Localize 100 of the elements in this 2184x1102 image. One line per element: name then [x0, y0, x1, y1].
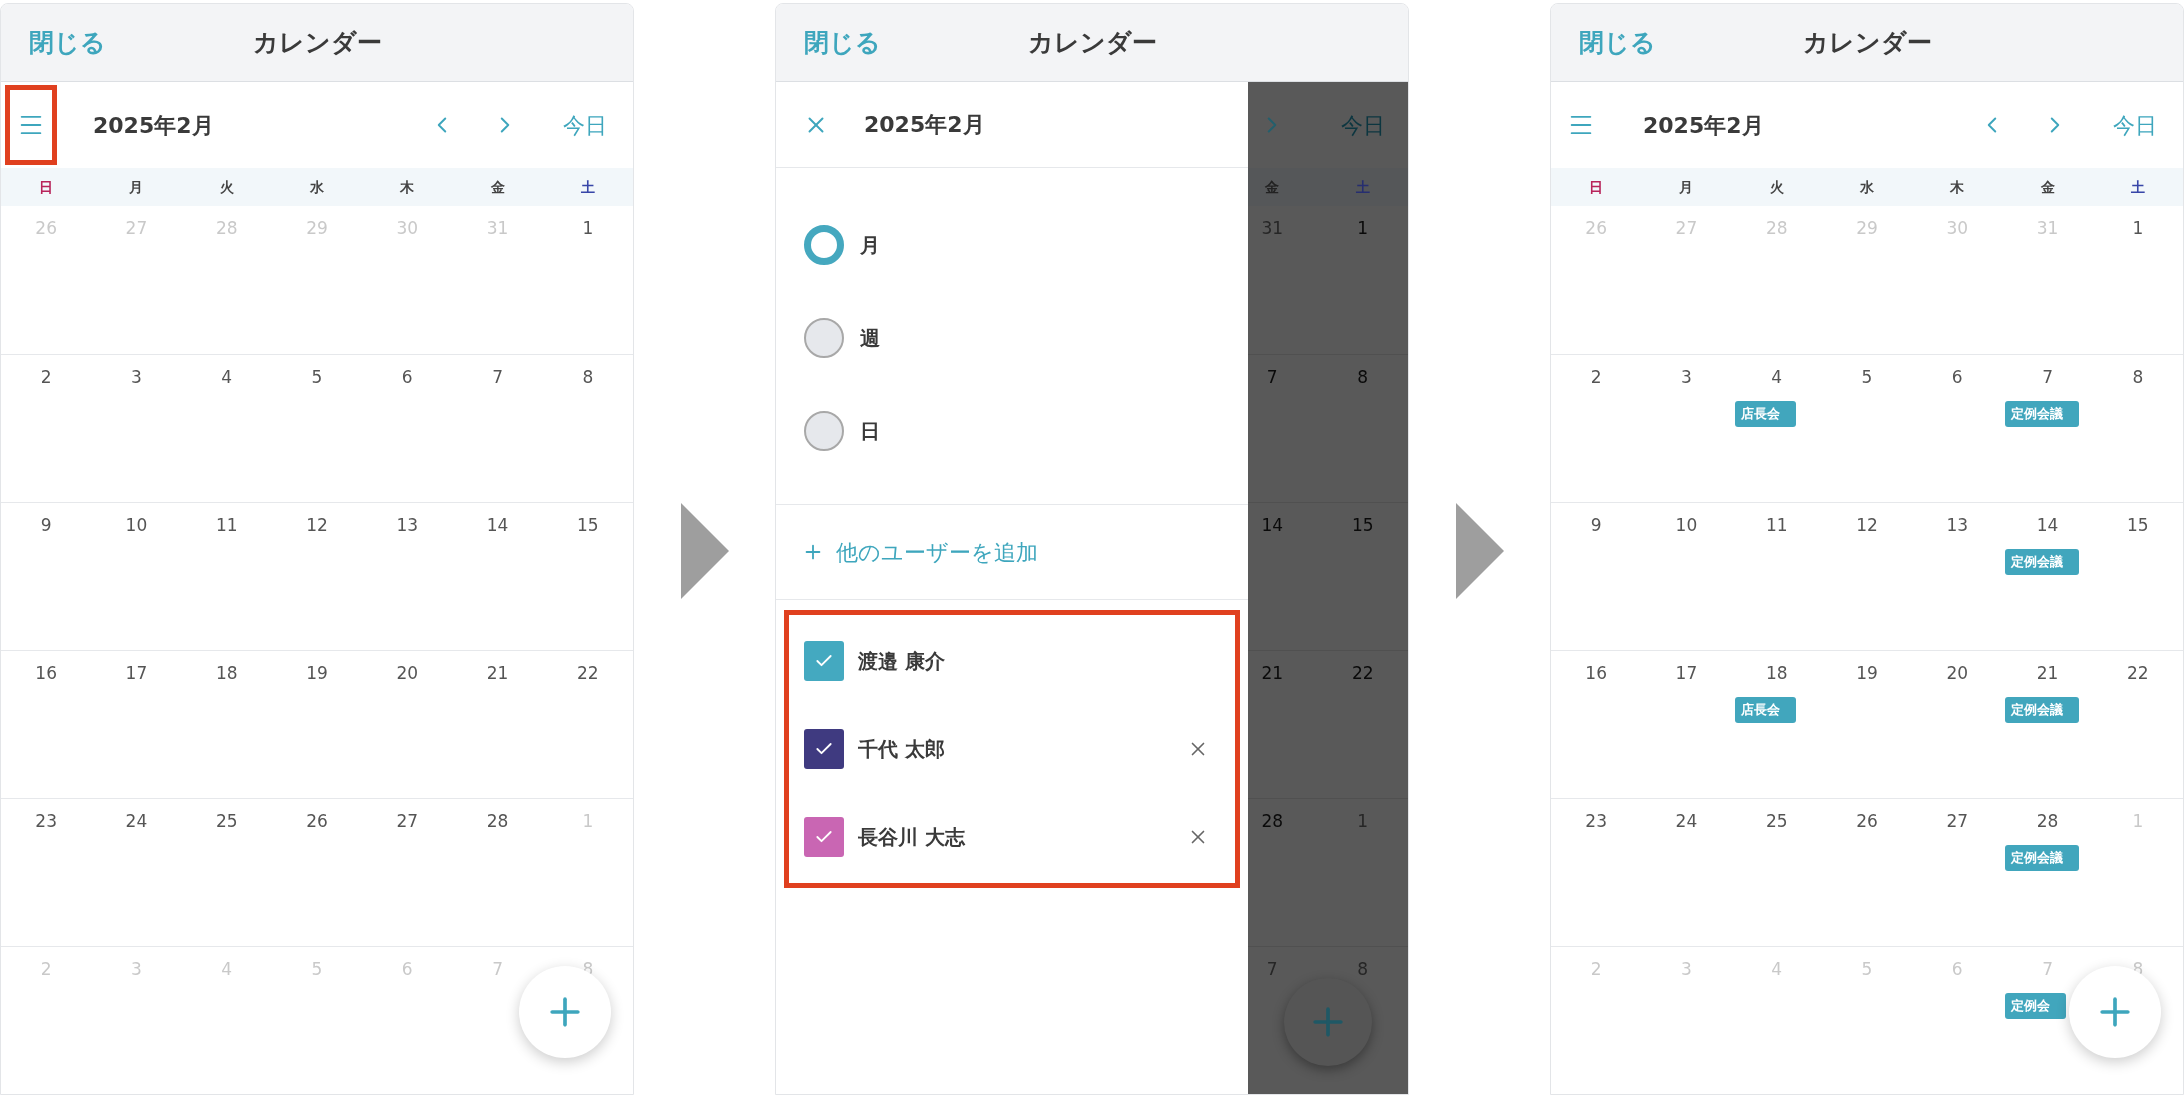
- user-checkbox[interactable]: [804, 641, 844, 681]
- day-number: 22: [2127, 662, 2149, 685]
- day-number: 4: [1771, 366, 1783, 389]
- add-user-link[interactable]: 他のユーザーを追加: [802, 535, 1038, 569]
- day-number: 22: [577, 662, 599, 685]
- day-number: 19: [1856, 662, 1878, 685]
- day-number: 3: [131, 366, 142, 389]
- user-name: 渡邉 康介: [858, 648, 946, 675]
- screen-title: カレンダー: [252, 26, 382, 59]
- day-number: 25: [1765, 810, 1788, 833]
- day-number: 22: [1351, 662, 1374, 685]
- day-number: 16: [35, 662, 57, 685]
- today-button[interactable]: 今日: [1340, 108, 1385, 142]
- weekday-label: 水: [1860, 177, 1874, 197]
- day-number: 6: [401, 366, 413, 389]
- event-chip[interactable]: 店長会: [1734, 696, 1796, 723]
- day-number: 18: [1765, 662, 1788, 685]
- month-label: 2025年2月: [1643, 111, 1764, 140]
- user-name: 長谷川 大志: [858, 824, 966, 851]
- day-number: 8: [582, 366, 594, 389]
- today-button[interactable]: 今日: [2113, 108, 2157, 142]
- weekday-label: 日: [39, 177, 54, 197]
- day-number: 21: [1261, 662, 1284, 685]
- day-number: 13: [396, 514, 419, 537]
- day-number: 8: [2132, 366, 2144, 389]
- day-number: 25: [215, 810, 238, 833]
- weekday-label: 水: [310, 177, 324, 197]
- day-number: 24: [1675, 810, 1698, 833]
- step-arrow-icon: [680, 503, 729, 599]
- event-chip[interactable]: 定例会: [2005, 992, 2067, 1019]
- day-number: 11: [215, 514, 238, 537]
- step-arrow-icon: [1455, 503, 1504, 599]
- weekday-label: 金: [2040, 177, 2055, 197]
- day-number: 28: [486, 810, 509, 833]
- radio-button[interactable]: [804, 410, 844, 451]
- event-chip[interactable]: 定例会議: [2005, 844, 2080, 871]
- day-number: 7: [2042, 366, 2053, 389]
- radio-button[interactable]: [804, 224, 844, 265]
- day-number: 10: [1675, 514, 1698, 537]
- day-number: 5: [311, 366, 323, 389]
- month-label: 2025年2月: [93, 111, 214, 140]
- weekday-label: 土: [2130, 177, 2145, 197]
- day-number: 26: [306, 810, 328, 833]
- day-number: 12: [1856, 514, 1878, 537]
- day-number: 17: [1675, 662, 1698, 685]
- day-number: 24: [125, 810, 148, 833]
- screen-title: カレンダー: [1802, 26, 1932, 59]
- weekday-label: 月: [129, 177, 144, 197]
- weekday-label: 火: [219, 177, 234, 197]
- day-number: 17: [125, 662, 148, 685]
- weekday-label: 木: [400, 177, 415, 197]
- event-chip[interactable]: 定例会議: [2005, 696, 2080, 723]
- day-number: 9: [1590, 514, 1602, 537]
- day-number: 23: [35, 810, 57, 833]
- day-number: 15: [577, 514, 599, 537]
- today-button[interactable]: 今日: [563, 108, 607, 142]
- day-number: 7: [1266, 366, 1278, 389]
- weekday-label: 土: [580, 177, 595, 197]
- day-number: 7: [492, 366, 503, 389]
- day-number: 26: [1856, 810, 1878, 833]
- user-name: 千代 太郎: [858, 736, 946, 763]
- day-number: 1: [1357, 217, 1369, 240]
- view-option-label: 週: [860, 324, 880, 352]
- weekday-label: 火: [1769, 177, 1784, 197]
- day-number: 6: [1951, 366, 1963, 389]
- view-option-label: 日: [860, 417, 880, 445]
- month-label: 2025年2月: [864, 111, 985, 139]
- day-number: 19: [306, 662, 328, 685]
- day-number: 13: [1946, 514, 1969, 537]
- screen-title: カレンダー: [1027, 26, 1157, 59]
- day-number: 28: [1261, 810, 1284, 833]
- day-number: 21: [486, 662, 509, 685]
- user-checkbox[interactable]: [804, 729, 844, 769]
- day-number: 12: [306, 514, 328, 537]
- day-number: 27: [1946, 810, 1969, 833]
- day-number: 2: [40, 366, 52, 389]
- day-number: 1: [2132, 217, 2144, 240]
- day-number: 4: [221, 366, 233, 389]
- day-number: 11: [1765, 514, 1788, 537]
- event-chip[interactable]: 店長会: [1734, 400, 1796, 427]
- weekday-label: 日: [1589, 177, 1604, 197]
- day-number: 20: [1946, 662, 1969, 685]
- radio-button[interactable]: [804, 317, 844, 358]
- day-number: 14: [2036, 514, 2059, 537]
- user-checkbox[interactable]: [804, 817, 844, 857]
- day-number: 15: [2127, 514, 2149, 537]
- day-number: 15: [1351, 514, 1374, 537]
- close-link[interactable]: 閉じる: [29, 23, 106, 62]
- event-chip[interactable]: 定例会議: [2005, 548, 2080, 575]
- close-link[interactable]: 閉じる: [1579, 23, 1656, 62]
- menu-button[interactable]: [5, 85, 57, 165]
- day-number: 20: [396, 662, 419, 685]
- close-link[interactable]: 閉じる: [804, 23, 881, 62]
- day-number: 8: [1357, 366, 1369, 389]
- day-number: 16: [1585, 662, 1607, 685]
- event-chip[interactable]: 定例会議: [2005, 400, 2080, 427]
- view-option-label: 月: [860, 231, 880, 259]
- day-number: 2: [1590, 366, 1602, 389]
- day-number: 28: [2036, 810, 2059, 833]
- day-number: 18: [215, 662, 238, 685]
